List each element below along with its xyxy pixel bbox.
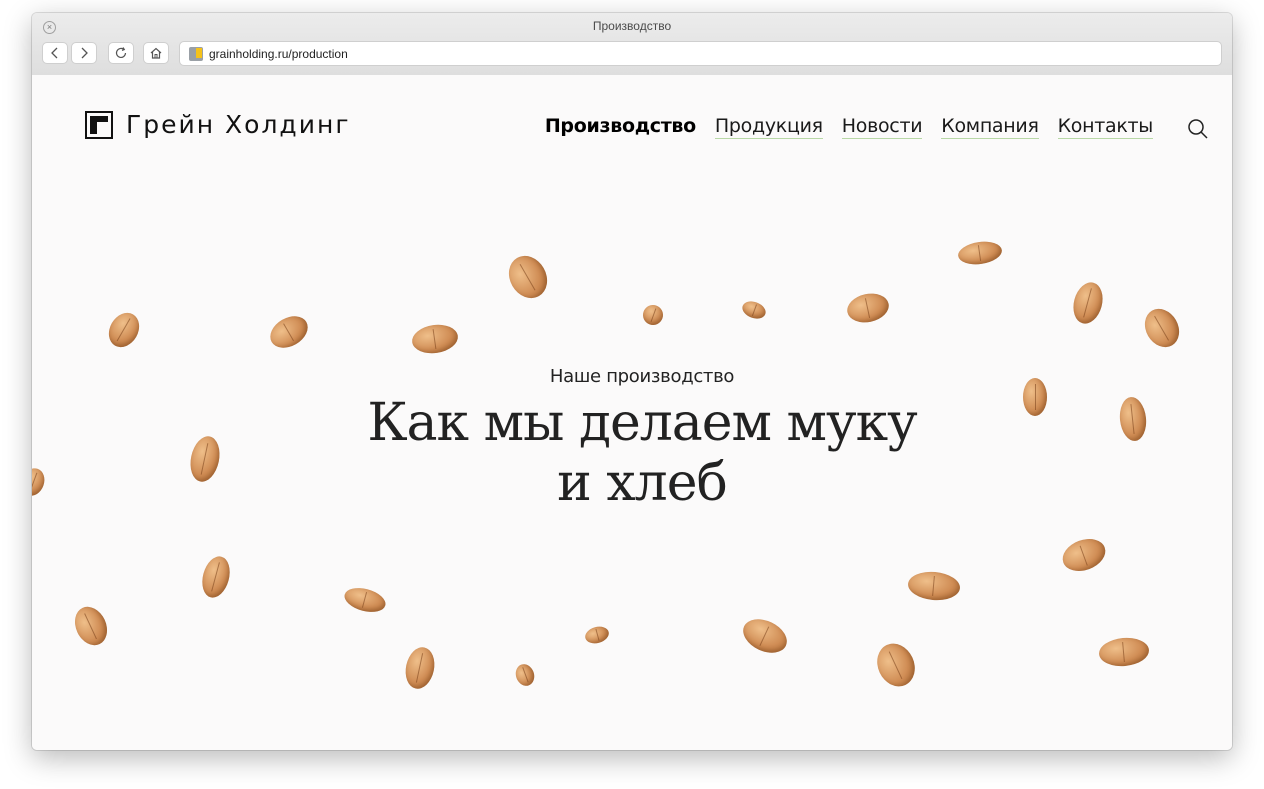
url-text: grainholding.ru/production xyxy=(209,47,348,61)
wheat-grain-icon xyxy=(737,612,793,660)
site-logo[interactable]: Грейн Холдинг xyxy=(85,110,350,139)
browser-window: × Производство grainholding.ru/productio… xyxy=(32,13,1232,750)
wheat-grain-icon xyxy=(341,583,389,617)
site-favicon-icon xyxy=(189,47,203,61)
home-icon xyxy=(150,47,162,59)
hero-title-line-1: Как мы делаем муку xyxy=(367,393,917,453)
wheat-grain-icon xyxy=(640,302,666,328)
wheat-grain-icon xyxy=(956,239,1004,267)
logo-text: Грейн Холдинг xyxy=(126,110,351,139)
wheat-grain-icon xyxy=(68,601,114,651)
chevron-right-icon xyxy=(81,47,88,59)
wheat-grain-icon xyxy=(906,569,962,603)
wheat-grain-icon xyxy=(198,553,234,601)
wheat-grain-icon xyxy=(583,624,611,646)
hero-title-line-2: и хлеб xyxy=(557,453,728,513)
wheat-grain-icon xyxy=(102,307,146,353)
wheat-grain-icon xyxy=(264,309,314,355)
wheat-grain-icon xyxy=(1058,533,1110,577)
back-button[interactable] xyxy=(42,42,68,64)
wheat-grain-icon xyxy=(844,289,892,327)
chevron-left-icon xyxy=(51,47,58,59)
nav-link-news[interactable]: Новости xyxy=(841,115,923,139)
hero-subtitle: Наше производство xyxy=(549,366,735,387)
reload-button[interactable] xyxy=(108,42,134,64)
wheat-grain-icon xyxy=(1069,279,1107,327)
search-icon[interactable] xyxy=(1187,118,1209,140)
wheat-grain-icon xyxy=(512,661,538,689)
nav-link-contacts[interactable]: Контакты xyxy=(1057,115,1153,139)
wheat-grain-icon xyxy=(870,637,922,693)
wheat-grain-icon xyxy=(739,298,769,322)
address-bar[interactable]: grainholding.ru/production xyxy=(179,41,1222,66)
nav-link-production[interactable]: Производство xyxy=(545,115,696,139)
home-button[interactable] xyxy=(143,42,169,64)
wheat-grain-icon xyxy=(1097,635,1151,669)
main-navigation: Производство Продукция Новости Компания … xyxy=(526,115,1153,139)
nav-link-company[interactable]: Компания xyxy=(941,115,1039,139)
window-title: Производство xyxy=(592,19,672,33)
wheat-grain-icon xyxy=(410,321,460,357)
forward-button[interactable] xyxy=(71,42,97,64)
logo-mark-icon xyxy=(85,110,113,139)
web-page: Грейн Холдинг Производство Продукция Нов… xyxy=(32,75,1232,750)
browser-toolbar: × Производство grainholding.ru/productio… xyxy=(32,13,1232,76)
reload-icon xyxy=(115,47,127,59)
wheat-grain-icon xyxy=(401,644,439,692)
wheat-grain-icon xyxy=(501,248,555,306)
wheat-grain-icon xyxy=(1138,302,1186,354)
hero-title: Как мы делаем муку и хлеб xyxy=(32,393,1232,513)
nav-link-products[interactable]: Продукция xyxy=(714,115,823,139)
